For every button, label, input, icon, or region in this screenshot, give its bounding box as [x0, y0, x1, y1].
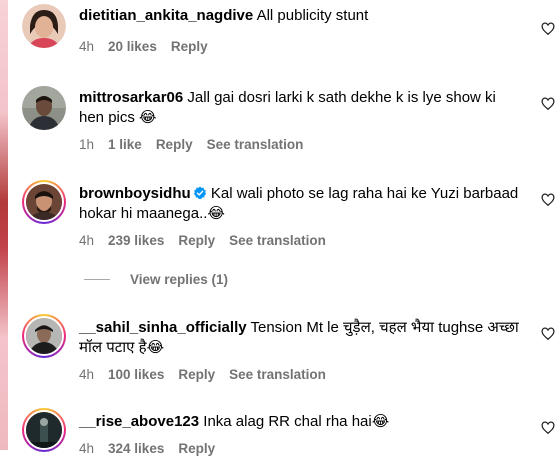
comment-text: __rise_above123 Inka alag RR chal rha ha…	[79, 412, 521, 432]
timestamp: 4h	[79, 39, 95, 54]
heart-icon[interactable]	[541, 193, 555, 207]
likes-count[interactable]: 324 likes	[108, 441, 164, 456]
comment-text: mittrosarkar06 Jall gai dosri larki k sa…	[79, 88, 521, 128]
comment-text: __sahil_sinha_officially Tension Mt le च…	[79, 318, 521, 358]
comment-item: mittrosarkar06 Jall gai dosri larki k sa…	[22, 86, 559, 158]
username-link[interactable]: brownboysidhu	[79, 185, 191, 202]
heart-icon[interactable]	[541, 22, 555, 36]
reply-button[interactable]: Reply	[178, 441, 215, 456]
username-link[interactable]: __rise_above123	[79, 413, 199, 430]
view-replies-button[interactable]: View replies (1)	[84, 272, 228, 287]
likes-count[interactable]: 100 likes	[108, 367, 164, 382]
comment-item: __rise_above123 Inka alag RR chal rha ha…	[22, 408, 559, 456]
comment-text: brownboysidhu Kal wali photo se lag raha…	[79, 184, 521, 224]
comment-item: brownboysidhu Kal wali photo se lag raha…	[22, 180, 559, 254]
reply-button[interactable]: Reply	[178, 233, 215, 248]
see-translation-button[interactable]: See translation	[229, 367, 326, 382]
reply-button[interactable]: Reply	[178, 367, 215, 382]
comment-text: dietitian_ankita_nagdive All publicity s…	[79, 6, 521, 26]
timestamp: 4h	[79, 441, 95, 456]
avatar[interactable]	[22, 180, 66, 224]
avatar[interactable]	[22, 86, 66, 130]
divider-line	[84, 279, 110, 280]
timestamp: 1h	[79, 137, 95, 152]
username-link[interactable]: dietitian_ankita_nagdive	[79, 7, 253, 24]
avatar[interactable]	[22, 314, 66, 358]
reply-button[interactable]: Reply	[171, 39, 208, 54]
see-translation-button[interactable]: See translation	[207, 137, 304, 152]
comment-body: All publicity stunt	[256, 7, 369, 24]
timestamp: 4h	[79, 367, 95, 382]
comment-item: __sahil_sinha_officially Tension Mt le च…	[22, 314, 559, 388]
view-replies-label: View replies (1)	[130, 272, 229, 287]
heart-icon[interactable]	[541, 421, 555, 435]
timestamp: 4h	[79, 233, 95, 248]
avatar[interactable]	[22, 4, 66, 48]
likes-count[interactable]: 20 likes	[108, 39, 157, 54]
comment-body: Inka alag RR chal rha hai😂	[203, 413, 390, 430]
likes-count[interactable]: 239 likes	[108, 233, 164, 248]
reply-button[interactable]: Reply	[156, 137, 193, 152]
username-link[interactable]: mittrosarkar06	[79, 89, 183, 106]
avatar[interactable]	[22, 408, 66, 452]
heart-icon[interactable]	[541, 327, 555, 341]
see-translation-button[interactable]: See translation	[229, 233, 326, 248]
comment-item: dietitian_ankita_nagdive All publicity s…	[22, 4, 559, 66]
heart-icon[interactable]	[541, 97, 555, 111]
left-edge-strip	[0, 0, 8, 450]
likes-count[interactable]: 1 like	[108, 137, 142, 152]
username-link[interactable]: __sahil_sinha_officially	[79, 319, 247, 336]
verified-badge-icon	[193, 186, 206, 200]
